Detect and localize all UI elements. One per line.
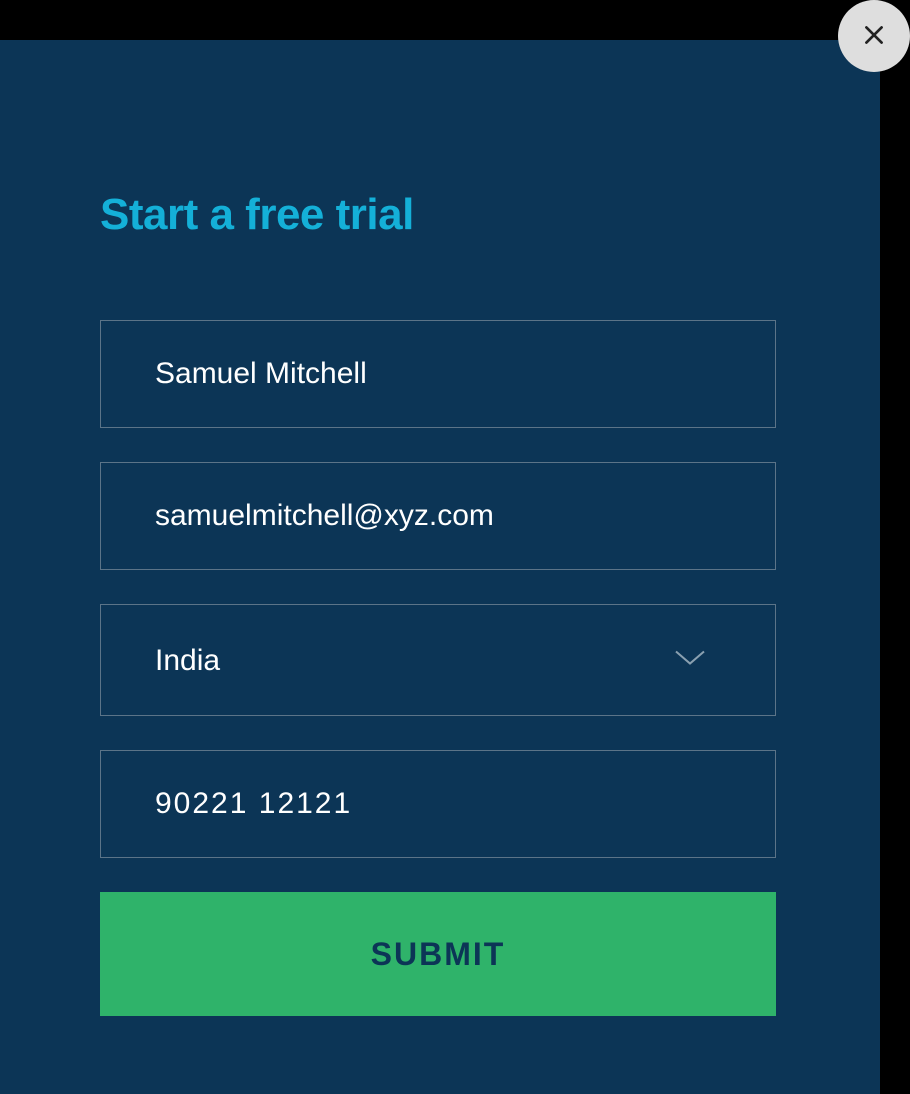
free-trial-modal: Start a free trial India SUBMIT bbox=[0, 40, 880, 1094]
country-select[interactable]: India bbox=[100, 604, 776, 716]
submit-button[interactable]: SUBMIT bbox=[100, 892, 776, 1016]
phone-field[interactable] bbox=[100, 750, 776, 858]
close-button[interactable] bbox=[838, 0, 910, 72]
email-field[interactable] bbox=[100, 462, 776, 570]
close-icon bbox=[861, 22, 887, 51]
modal-title: Start a free trial bbox=[100, 190, 780, 240]
country-select-wrapper: India bbox=[100, 604, 776, 716]
name-field[interactable] bbox=[100, 320, 776, 428]
